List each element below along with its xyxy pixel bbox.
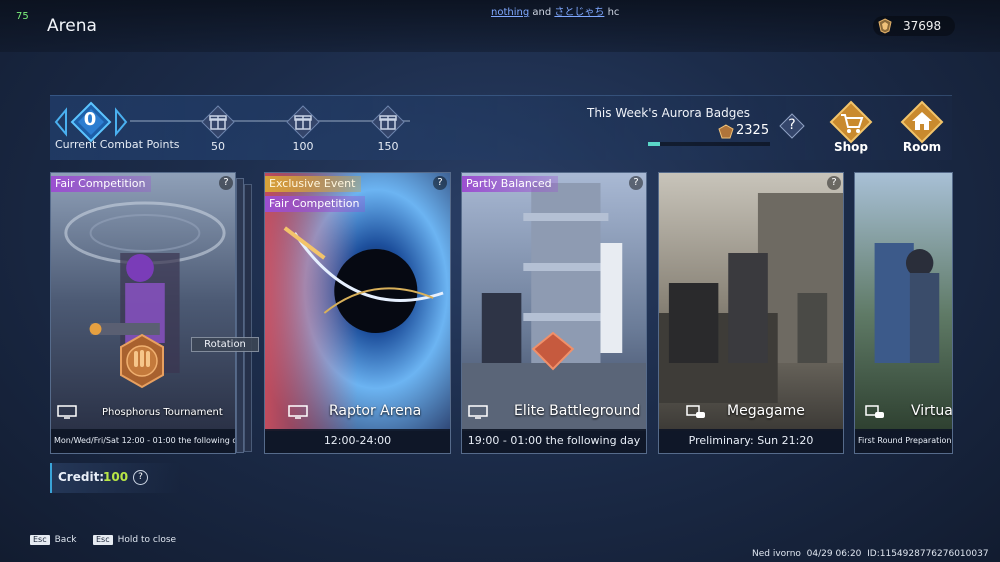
combat-points-track [130, 120, 410, 122]
currency-value: 37698 [903, 19, 942, 33]
room-label: Room [902, 140, 942, 154]
card-schedule: First Round Preparation [855, 429, 952, 453]
combat-progress-panel [50, 95, 952, 160]
card-artwork-image [855, 173, 952, 431]
combat-points-label: Current Combat Points [55, 138, 180, 151]
tag-partly-balanced: Partly Balanced [462, 176, 558, 192]
shopping-cart-icon [829, 100, 873, 144]
aurora-badges-value: 2325 [736, 123, 770, 138]
monitor-icon [57, 405, 77, 419]
card-artwork-image [51, 173, 235, 431]
page-title: Arena [47, 16, 97, 36]
aurora-help-button[interactable]: ? [779, 113, 805, 139]
combat-points-value: 0 [83, 109, 97, 130]
monitor-icon [468, 405, 488, 419]
credit-value: 100 [103, 470, 129, 484]
card-help-icon[interactable]: ? [629, 176, 643, 190]
shop-button[interactable]: Shop [823, 100, 879, 156]
card-artwork-image [659, 173, 843, 431]
top-bar: 75 Arena nothing and さとじゃち hc 37698 [0, 0, 1000, 52]
stacked-card-edge [244, 184, 252, 452]
card-help-icon[interactable]: ? [219, 176, 233, 190]
gift-icon[interactable] [285, 104, 321, 140]
milestone-label-150: 150 [377, 140, 399, 153]
aurora-badges-title: This Week's Aurora Badges [587, 106, 750, 120]
esc-key-icon: Esc [93, 535, 113, 545]
milestone-label-50: 50 [211, 140, 225, 153]
medal-badge-icon [878, 18, 892, 34]
overlay-joiner: and [532, 7, 552, 18]
overlay-link-name[interactable]: さとじゃち [554, 7, 604, 18]
back-hint-label: Back [54, 535, 77, 545]
mode-card-elite-battleground[interactable]: Partly Balanced ? Elite Battleground 19:… [461, 172, 647, 454]
mode-card-virtual[interactable]: Virtual First Round Preparation [854, 172, 953, 454]
card-schedule: Mon/Wed/Fri/Sat 12:00 - 01:00 the follow… [51, 429, 235, 453]
monitor-icon [288, 405, 308, 419]
session-datetime: 04/29 06:20 [806, 549, 862, 559]
tag-exclusive-event: Exclusive Event [265, 176, 362, 192]
aurora-badge-icon [718, 124, 734, 139]
card-title: Phosphorus Tournament [102, 407, 223, 418]
overlay-text: nothing and さとじゃち hc [491, 3, 619, 18]
overlay-link-nothing[interactable]: nothing [491, 7, 529, 18]
credit-help-button[interactable]: ? [133, 470, 148, 485]
mode-card-raptor-arena[interactable]: Exclusive Event Fair Competition ? Rapto… [264, 172, 451, 454]
credit-label: Credit: [58, 470, 105, 484]
esc-key-icon: Esc [30, 535, 50, 545]
card-title: Virtual [911, 403, 953, 419]
player-id: ID:1154928776276010037 [867, 549, 989, 559]
stacked-card-edge [236, 178, 244, 453]
room-button[interactable]: Room [894, 100, 950, 156]
card-help-icon[interactable]: ? [827, 176, 841, 190]
milestone-label-100: 100 [292, 140, 314, 153]
monitor-gamepad-icon [686, 405, 705, 418]
card-schedule: 19:00 - 01:00 the following day [462, 429, 646, 453]
aurora-progress-bar [648, 142, 770, 146]
help-question-mark: ? [788, 117, 796, 133]
close-hint[interactable]: Esc Hold to close [93, 535, 176, 545]
session-info: Ned ivorno 04/29 06:20 ID:11549287762760… [752, 549, 989, 559]
bronze-rank-emblem-icon [120, 333, 164, 389]
tag-fair-competition: Fair Competition [51, 176, 152, 192]
currency-display[interactable]: 37698 [873, 16, 955, 36]
card-title: Megagame [727, 403, 805, 419]
card-schedule: Preliminary: Sun 21:20 [659, 429, 843, 453]
tag-fair-competition: Fair Competition [265, 196, 366, 212]
card-help-icon[interactable]: ? [433, 176, 447, 190]
mode-card-megagame[interactable]: ? Megagame Preliminary: Sun 21:20 [658, 172, 844, 454]
overlay-trail: hc [607, 7, 620, 18]
back-hint[interactable]: Esc Back [30, 535, 76, 545]
fps-counter: 75 [16, 11, 29, 22]
card-title: Raptor Arena [329, 403, 422, 419]
card-schedule: 12:00-24:00 [265, 429, 450, 453]
house-icon [900, 100, 944, 144]
mode-card-phosphorus-tournament[interactable]: Fair Competition ? Phosphorus Tournament… [50, 172, 236, 454]
shop-label: Shop [833, 140, 869, 154]
card-artwork-image [462, 173, 646, 431]
aurora-progress-fill [648, 142, 661, 146]
card-title: Elite Battleground [514, 403, 641, 419]
monitor-gamepad-icon [865, 405, 884, 418]
gift-icon[interactable] [200, 104, 236, 140]
credit-display: Credit: 100 ? [50, 463, 180, 493]
rotation-badge: Rotation [191, 337, 259, 352]
player-name: Ned ivorno [752, 549, 801, 559]
close-hint-label: Hold to close [117, 535, 177, 545]
gift-icon[interactable] [370, 104, 406, 140]
